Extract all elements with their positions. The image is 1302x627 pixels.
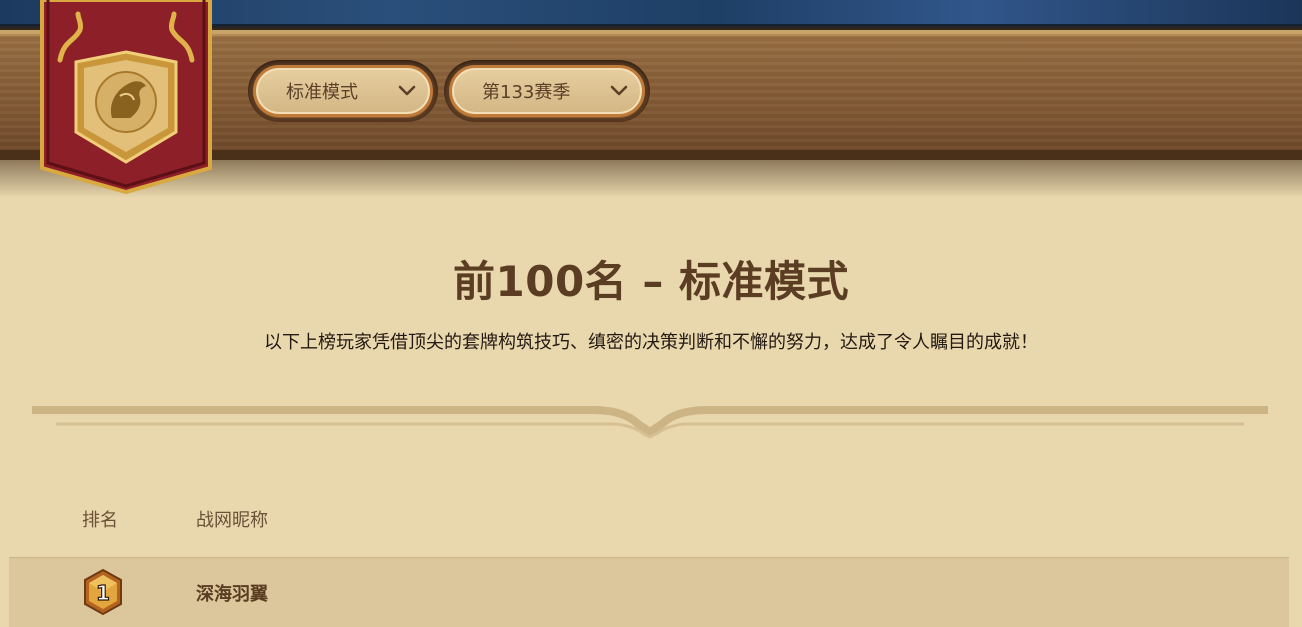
table-row[interactable]: 1 深海羽翼 [9,557,1289,627]
chevron-down-icon [398,85,416,96]
rank-number: 1 [96,581,110,605]
column-header-battletag: 战网昵称 [196,510,268,531]
mode-dropdown-label: 标准模式 [286,82,358,103]
horse-crest-banner-icon[interactable] [34,0,218,198]
chevron-down-icon [610,85,628,96]
column-header-rank: 排名 [82,510,118,531]
ornamental-divider [32,406,1268,439]
mode-dropdown-wrap: 标准模式 [248,60,438,122]
season-dropdown[interactable]: 第133赛季 [449,65,645,117]
season-dropdown-wrap: 第133赛季 [444,60,650,122]
leaderboard-header: 排名 战网昵称 [0,500,1302,540]
rank-hexagon-icon: 1 [84,568,122,616]
page-title: 前100名 – 标准模式 [453,257,849,306]
season-dropdown-label: 第133赛季 [482,82,571,103]
mode-dropdown[interactable]: 标准模式 [253,65,433,117]
page-subtitle: 以下上榜玩家凭借顶尖的套牌构筑技巧、缜密的决策判断和不懈的努力，达成了令人瞩目的… [264,332,1038,353]
player-name: 深海羽翼 [196,584,268,605]
